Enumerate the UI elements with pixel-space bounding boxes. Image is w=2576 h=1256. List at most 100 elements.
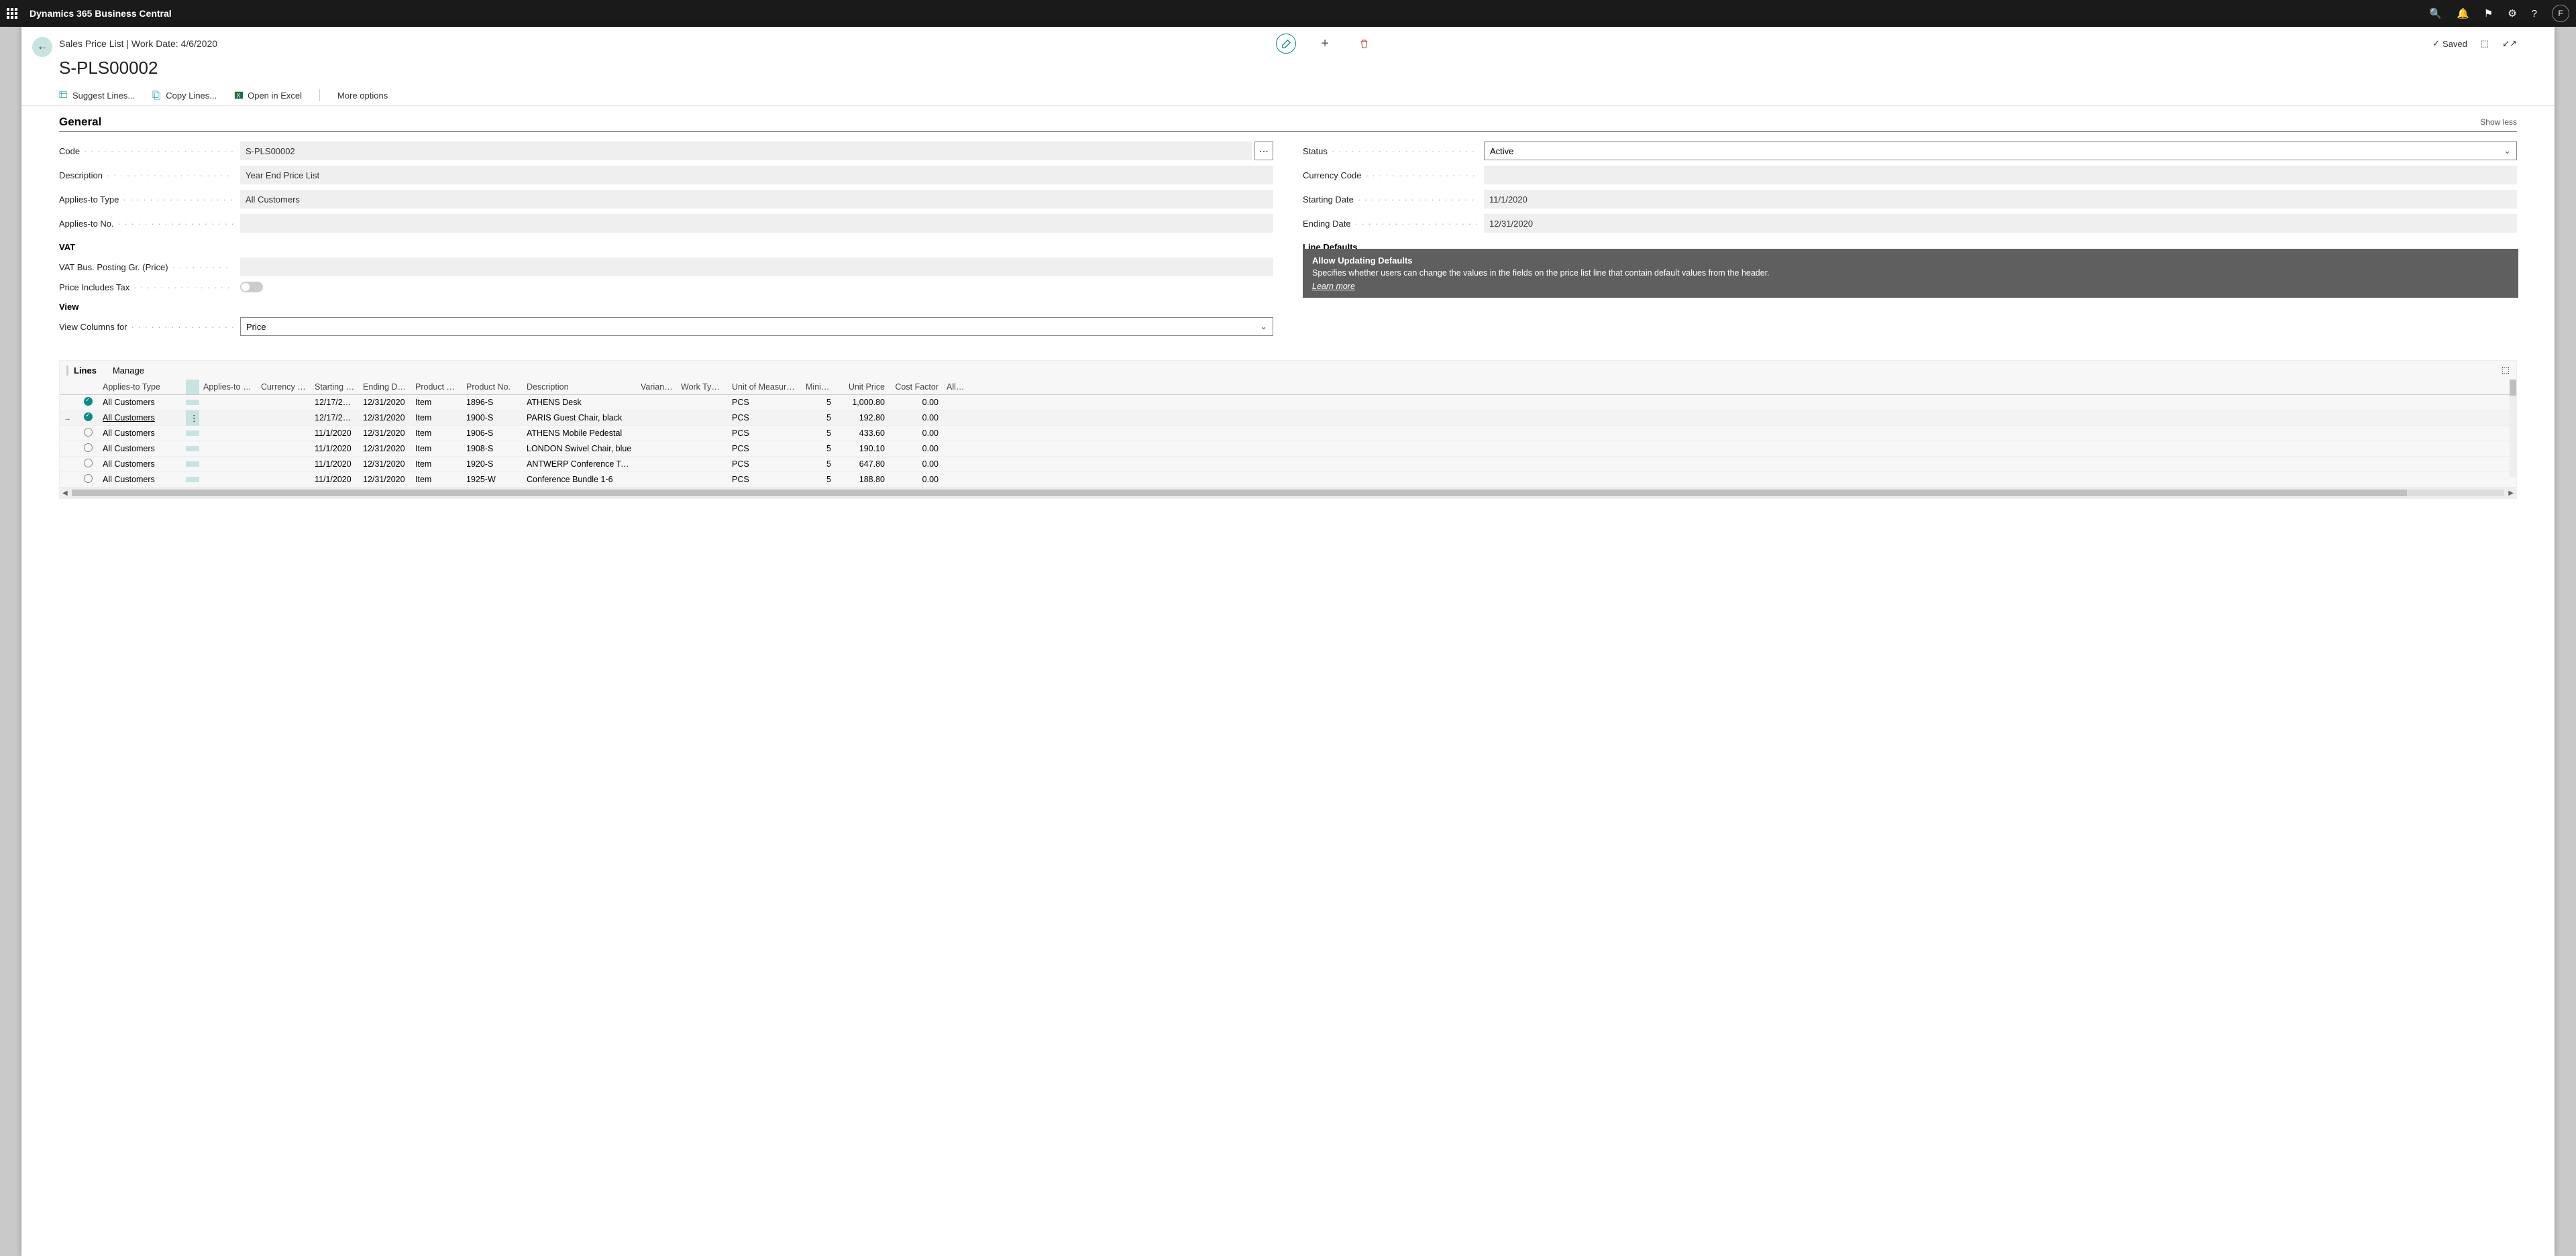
cell-allow-line-disc[interactable] bbox=[943, 400, 972, 405]
horizontal-scrollbar[interactable]: ◀▶ bbox=[60, 488, 2516, 498]
cell-product-no[interactable]: 1900-S bbox=[462, 410, 523, 425]
vat-posting-gr-field[interactable] bbox=[240, 258, 1273, 276]
cell-variant-code[interactable] bbox=[637, 415, 677, 420]
cell-work-type-code[interactable] bbox=[677, 461, 728, 467]
row-menu-button[interactable] bbox=[186, 477, 199, 482]
currency-code-field[interactable] bbox=[1484, 166, 2517, 184]
cell-unit-price[interactable]: 190.10 bbox=[835, 441, 889, 456]
cell-product-type[interactable]: Item bbox=[411, 472, 462, 487]
cell-work-type-code[interactable] bbox=[677, 477, 728, 482]
cell-cost-factor[interactable]: 0.00 bbox=[889, 395, 943, 410]
cell-applies-to-no[interactable] bbox=[199, 477, 257, 482]
cell-uom[interactable]: PCS bbox=[728, 441, 802, 456]
col-allow-line-disc[interactable]: Allow Line Disc. bbox=[943, 380, 972, 394]
table-row[interactable]: All Customers11/1/202012/31/2020Item1925… bbox=[60, 472, 2516, 488]
col-work-type-code[interactable]: Work Type Code bbox=[677, 380, 728, 394]
settings-icon[interactable]: ⚙ bbox=[2508, 7, 2516, 19]
cell-currency-code[interactable] bbox=[257, 446, 311, 451]
col-ending-date[interactable]: Ending Date bbox=[359, 380, 411, 394]
row-select-radio[interactable] bbox=[84, 428, 93, 437]
col-description[interactable]: Description bbox=[523, 380, 637, 394]
description-field[interactable] bbox=[240, 166, 1273, 184]
row-menu-button[interactable]: ⋮ bbox=[186, 410, 199, 426]
cell-product-type[interactable]: Item bbox=[411, 410, 462, 425]
cell-applies-to-type[interactable]: All Customers bbox=[99, 457, 186, 471]
cell-allow-line-disc[interactable] bbox=[943, 415, 972, 420]
cell-starting-date[interactable]: 11/1/2020 bbox=[311, 457, 359, 471]
cell-cost-factor[interactable]: 0.00 bbox=[889, 410, 943, 425]
avatar[interactable]: F bbox=[2552, 5, 2569, 22]
cell-variant-code[interactable] bbox=[637, 446, 677, 451]
col-unit-of-measure[interactable]: Unit of Measure Code bbox=[728, 380, 802, 394]
cell-product-no[interactable]: 1920-S bbox=[462, 457, 523, 471]
cell-cost-factor[interactable]: 0.00 bbox=[889, 426, 943, 441]
cell-ending-date[interactable]: 12/31/2020 bbox=[359, 457, 411, 471]
cell-work-type-code[interactable] bbox=[677, 415, 728, 420]
cell-ending-date[interactable]: 12/31/2020 bbox=[359, 441, 411, 456]
cell-description[interactable]: ATHENS Mobile Pedestal bbox=[523, 426, 637, 441]
cell-variant-code[interactable] bbox=[637, 400, 677, 405]
cell-uom[interactable]: PCS bbox=[728, 426, 802, 441]
code-field[interactable] bbox=[240, 141, 1252, 160]
more-options-action[interactable]: More options bbox=[337, 91, 388, 101]
help-icon[interactable]: ? bbox=[2532, 8, 2537, 19]
price-includes-tax-toggle[interactable] bbox=[240, 282, 263, 292]
back-button[interactable]: ← bbox=[32, 37, 52, 57]
collapse-icon[interactable]: ↙↗ bbox=[2502, 38, 2517, 49]
cell-allow-line-disc[interactable] bbox=[943, 446, 972, 451]
cell-starting-date[interactable]: 12/17/2020 bbox=[311, 395, 359, 410]
cell-cost-factor[interactable]: 0.00 bbox=[889, 441, 943, 456]
copy-lines-action[interactable]: Copy Lines... bbox=[152, 91, 217, 101]
flag-icon[interactable]: ⚑ bbox=[2484, 7, 2493, 19]
cell-product-type[interactable]: Item bbox=[411, 426, 462, 441]
row-menu-button[interactable] bbox=[186, 461, 199, 467]
cell-allow-line-disc[interactable] bbox=[943, 461, 972, 467]
table-row[interactable]: All Customers11/1/202012/31/2020Item1908… bbox=[60, 441, 2516, 457]
cell-allow-line-disc[interactable] bbox=[943, 431, 972, 436]
delete-button[interactable] bbox=[1354, 34, 1374, 54]
new-button[interactable]: + bbox=[1315, 34, 1335, 54]
cell-applies-to-no[interactable] bbox=[199, 400, 257, 405]
cell-unit-price[interactable]: 192.80 bbox=[835, 410, 889, 425]
cell-min-qty[interactable]: 5 bbox=[802, 472, 835, 487]
col-product-type[interactable]: Product Type bbox=[411, 380, 462, 394]
cell-ending-date[interactable]: 12/31/2020 bbox=[359, 472, 411, 487]
cell-description[interactable]: Conference Bundle 1-6 bbox=[523, 472, 637, 487]
cell-currency-code[interactable] bbox=[257, 415, 311, 420]
ending-date-field[interactable] bbox=[1484, 214, 2517, 233]
table-row[interactable]: →All Customers⋮12/17/202012/31/2020Item1… bbox=[60, 410, 2516, 426]
cell-uom[interactable]: PCS bbox=[728, 457, 802, 471]
cell-ending-date[interactable]: 12/31/2020 bbox=[359, 426, 411, 441]
cell-unit-price[interactable]: 433.60 bbox=[835, 426, 889, 441]
cell-applies-to-type[interactable]: All Customers bbox=[99, 472, 186, 487]
cell-starting-date[interactable]: 12/17/2020 bbox=[311, 410, 359, 425]
col-applies-to-no[interactable]: Applies-to No. bbox=[199, 380, 257, 394]
maximize-lines-icon[interactable]: ⬚ bbox=[2502, 365, 2510, 376]
row-select-radio[interactable] bbox=[84, 443, 93, 452]
cell-variant-code[interactable] bbox=[637, 431, 677, 436]
col-currency-code[interactable]: Currency Code bbox=[257, 380, 311, 394]
cell-cost-factor[interactable]: 0.00 bbox=[889, 457, 943, 471]
cell-description[interactable]: ATHENS Desk bbox=[523, 395, 637, 410]
cell-product-type[interactable]: Item bbox=[411, 441, 462, 456]
cell-variant-code[interactable] bbox=[637, 461, 677, 467]
cell-product-type[interactable]: Item bbox=[411, 457, 462, 471]
cell-description[interactable]: ANTWERP Conference Table bbox=[523, 457, 637, 471]
row-select-radio[interactable] bbox=[84, 474, 93, 483]
cell-product-no[interactable]: 1908-S bbox=[462, 441, 523, 456]
cell-cost-factor[interactable]: 0.00 bbox=[889, 472, 943, 487]
col-starting-date[interactable]: Starting Date bbox=[311, 380, 359, 394]
col-unit-price[interactable]: Unit Price bbox=[835, 380, 889, 394]
row-menu-button[interactable] bbox=[186, 431, 199, 436]
cell-currency-code[interactable] bbox=[257, 431, 311, 436]
suggest-lines-action[interactable]: Suggest Lines... bbox=[59, 91, 135, 101]
col-variant-code[interactable]: Variant Code bbox=[637, 380, 677, 394]
cell-description[interactable]: PARIS Guest Chair, black bbox=[523, 410, 637, 425]
lines-tab[interactable]: Lines bbox=[66, 365, 97, 376]
cell-variant-code[interactable] bbox=[637, 477, 677, 482]
cell-work-type-code[interactable] bbox=[677, 431, 728, 436]
row-select-radio[interactable] bbox=[84, 397, 93, 406]
col-applies-to-type[interactable]: Applies-to Type bbox=[99, 380, 186, 394]
cell-applies-to-no[interactable] bbox=[199, 461, 257, 467]
show-less-link[interactable]: Show less bbox=[2480, 117, 2517, 127]
